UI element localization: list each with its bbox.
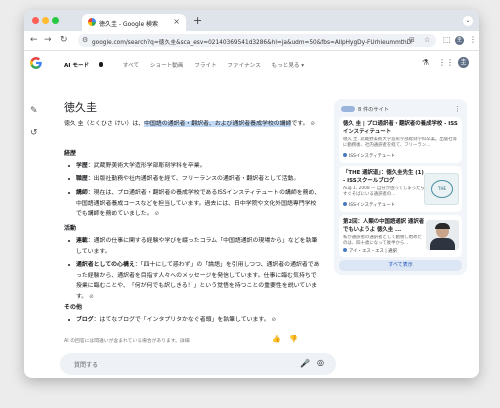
sources-count: 8 件のサイト <box>358 107 389 113</box>
tab-short-videos[interactable]: ショート動画 <box>150 63 184 69</box>
source-card[interactable]: 「THE 通訳道」：徳久圭先生 (1) - ISSスクールブログ Aug 1, … <box>339 166 462 212</box>
section-career: 経歴 <box>64 150 77 157</box>
section-activity: 活動 <box>64 225 77 232</box>
history-icon[interactable]: ↺ <box>30 128 38 138</box>
item-text: ：はてなブログで「インタプリタかなぐ者頭」を執筆しています。 <box>93 317 270 323</box>
sources-menu-icon[interactable]: ⋮ <box>454 105 461 113</box>
bookmark-star-icon[interactable]: ☆ <box>424 36 430 44</box>
source-thumbnail: THE <box>424 173 459 205</box>
browser-toolbar: ← → ↻ ⚙ google.com/search?q=徳久圭&sca_esv=… <box>24 31 479 51</box>
source-favicons <box>341 106 355 112</box>
source-site: アイ・エス・エス | 通訳 <box>343 248 397 254</box>
thumbs-up-icon[interactable]: 👍 <box>272 335 281 343</box>
source-snippet: Aug 1, 2008 — 自分が困ってしまったらすぐそばにいる通訳者の... <box>343 186 425 197</box>
close-tab-icon[interactable]: × <box>173 17 180 26</box>
item-text: ：武蔵野美術大学造形学部彫刻学科を卒業。 <box>87 163 206 169</box>
ai-badge <box>99 62 104 67</box>
show-all-sources-button[interactable]: すべて表示 <box>339 260 462 271</box>
source-card[interactable]: 徳久 圭 | プロ通訳者・翻訳者の養成学校 - ISSインスティテュート 徳久 … <box>339 117 462 163</box>
search-page: AI モード すべて ショート動画 フライト ファイナンス もっと見る ▾ ⚗ … <box>24 50 479 378</box>
item-text: ：通訳の仕事に関する経験や学びを綴ったコラム「中国語通訳の現場から」などを執筆し… <box>76 238 318 255</box>
url-text: google.com/search?q=徳久圭&sca_esv=02140369… <box>92 40 412 46</box>
tab-ai-mode-label: AI モード <box>64 63 90 69</box>
reload-icon[interactable]: ↻ <box>60 35 68 45</box>
microphone-icon[interactable]: 🎤 <box>300 359 310 368</box>
item-label: ブログ <box>76 317 94 323</box>
intro-highlight: 中国語の通訳者・翻訳者、および通訳者養成学校の講師 <box>144 121 292 127</box>
ai-disclaimer: AI の回答には間違いが含まれている場合があります。詳細 <box>64 339 190 344</box>
new-chat-icon[interactable]: ✎ <box>30 106 38 116</box>
back-arrow-icon[interactable]: ← <box>30 35 38 45</box>
minimize-window-button[interactable] <box>42 17 49 24</box>
item-text: ：出版社勤務や社内通訳者を経て、フリーランスの通訳者・翻訳者として活動。 <box>87 176 300 182</box>
apps-grid-icon[interactable]: ⋮⋮ <box>438 58 454 67</box>
account-avatar[interactable]: 圭 <box>458 57 469 68</box>
translate-icon[interactable]: ⊞ <box>409 36 415 44</box>
source-title: 「THE 通訳道」：徳久圭先生 (1) - ISSスクールブログ <box>343 170 424 184</box>
source-site: ISSインスティテュート <box>343 202 395 208</box>
zoom-window-button[interactable] <box>52 17 59 24</box>
tab-all[interactable]: すべて <box>123 63 139 69</box>
list-item: 連載：通訳の仕事に関する経験や学びを綴ったコラム「中国語通訳の現場から」などを執… <box>68 236 322 257</box>
source-title: 徳久 圭 | プロ通訳者・翻訳者の養成学校 - ISSインスティテュート <box>343 121 458 135</box>
extension-icon[interactable]: ⬚ <box>443 35 451 44</box>
source-thumbnail-portrait <box>426 220 459 250</box>
list-item: 通訳者としての心構え：「四十にして惑わず」の「論語」を引用しつつ、通訳者の通訳者… <box>68 260 322 302</box>
tab-more[interactable]: もっと見る ▾ <box>272 63 305 69</box>
list-item: 学歴：武蔵野美術大学造形学部彫刻学科を卒業。 <box>68 161 322 172</box>
browser-window: 徳久圭 - Google 検索 × + ⌄ ← → ↻ ⚙ google.com… <box>24 10 479 378</box>
item-label: 連載 <box>76 238 88 244</box>
source-site-name: ISSインスティテュート <box>349 203 396 208</box>
forward-arrow-icon[interactable]: → <box>44 35 52 45</box>
item-label: 職歴 <box>76 176 88 182</box>
address-bar[interactable]: ⚙ google.com/search?q=徳久圭&sca_esv=021403… <box>78 34 436 47</box>
tab-finance[interactable]: ファイナンス <box>227 63 260 69</box>
citation-link-icon[interactable]: ⊘ <box>272 317 277 323</box>
sources-panel: 8 件のサイト ⋮ 徳久 圭 | プロ通訳者・翻訳者の養成学校 - ISSインス… <box>334 99 467 275</box>
site-info-icon[interactable]: ⚙ <box>82 36 88 44</box>
item-label: 講師 <box>76 190 88 196</box>
list-item: 職歴：出版社勤務や社内通訳者を経て、フリーランスの通訳者・翻訳者として活動。 <box>68 174 322 185</box>
section-other: その他 <box>64 304 83 311</box>
tab-flights[interactable]: フライト <box>194 63 216 69</box>
citation-link-icon[interactable]: ⊘ <box>89 294 94 300</box>
browser-tab[interactable]: 徳久圭 - Google 検索 × <box>82 14 186 31</box>
labs-flask-icon[interactable]: ⚗ <box>422 58 429 67</box>
source-site-name: アイ・エス・エス | 通訳 <box>349 249 397 254</box>
google-favicon-icon <box>88 18 96 26</box>
source-snippet: 私が通訳者の通訳者として勤務し始めたのは、四十歳になって後半から... <box>343 235 422 246</box>
search-mode-tabs: AI モード すべて ショート動画 フライト ファイナンス もっと見る ▾ <box>64 61 313 69</box>
lens-camera-icon[interactable]: ◎ <box>317 358 324 367</box>
tab-title: 徳久圭 - Google 検索 <box>99 21 159 28</box>
google-logo-icon[interactable] <box>29 56 43 70</box>
item-label: 通訳者としての心構え <box>76 262 135 268</box>
tab-bar: 徳久圭 - Google 検索 × + ⌄ <box>24 10 479 31</box>
intro-text: 徳久 圭（とくひさ けい）は、 <box>64 121 145 127</box>
source-title: 第2回：人類の中国語通訳 通訳者でもいようよ 徳久圭 ... <box>343 219 425 233</box>
new-tab-button[interactable]: + <box>193 14 202 27</box>
source-card[interactable]: 第2回：人類の中国語通訳 通訳者でもいようよ 徳久圭 ... 私が通訳者の通訳者… <box>339 215 462 257</box>
tab-search-chevron-icon[interactable]: ⌄ <box>463 16 473 26</box>
item-label: 学歴 <box>76 163 88 169</box>
close-window-button[interactable] <box>32 17 39 24</box>
list-item: ブログ：はてなブログで「インタプリタかなぐ者頭」を執筆しています。 ⊘ <box>68 315 322 326</box>
answer-title: 徳久圭 <box>64 101 97 114</box>
item-text: ：現在は、プロ通訳者・翻訳者の養成学校であるISSインスティテュートの講師を務め… <box>76 190 321 217</box>
ask-placeholder: 質問する <box>74 362 99 369</box>
citation-link-icon[interactable]: ⊘ <box>310 121 315 127</box>
sources-header: 8 件のサイト <box>341 106 389 113</box>
follow-up-input[interactable]: 質問する 🎤 ◎ <box>60 353 336 375</box>
browser-menu-icon[interactable]: ⋮ <box>469 35 477 44</box>
source-site: ISSインスティテュート <box>343 153 395 159</box>
answer-intro: 徳久 圭（とくひさ けい）は、中国語の通訳者・翻訳者、および通訳者養成学校の講師… <box>64 119 326 130</box>
source-site-name: ISSインスティテュート <box>349 154 396 159</box>
thumbs-down-icon[interactable]: 👎 <box>289 335 298 343</box>
list-item: 講師：現在は、プロ通訳者・翻訳者の養成学校であるISSインスティテュートの講師を… <box>68 188 322 220</box>
tab-ai-mode[interactable]: AI モード <box>64 62 112 69</box>
profile-avatar[interactable]: 圭 <box>455 36 464 45</box>
intro-end: です。 <box>291 121 309 127</box>
source-snippet: 徳久 圭. 武蔵野美術大学造形学部彫刻学科卒業。出版社等に勤務後、社内通訳者を経… <box>343 137 457 148</box>
citation-link-icon[interactable]: ⊘ <box>154 211 159 217</box>
